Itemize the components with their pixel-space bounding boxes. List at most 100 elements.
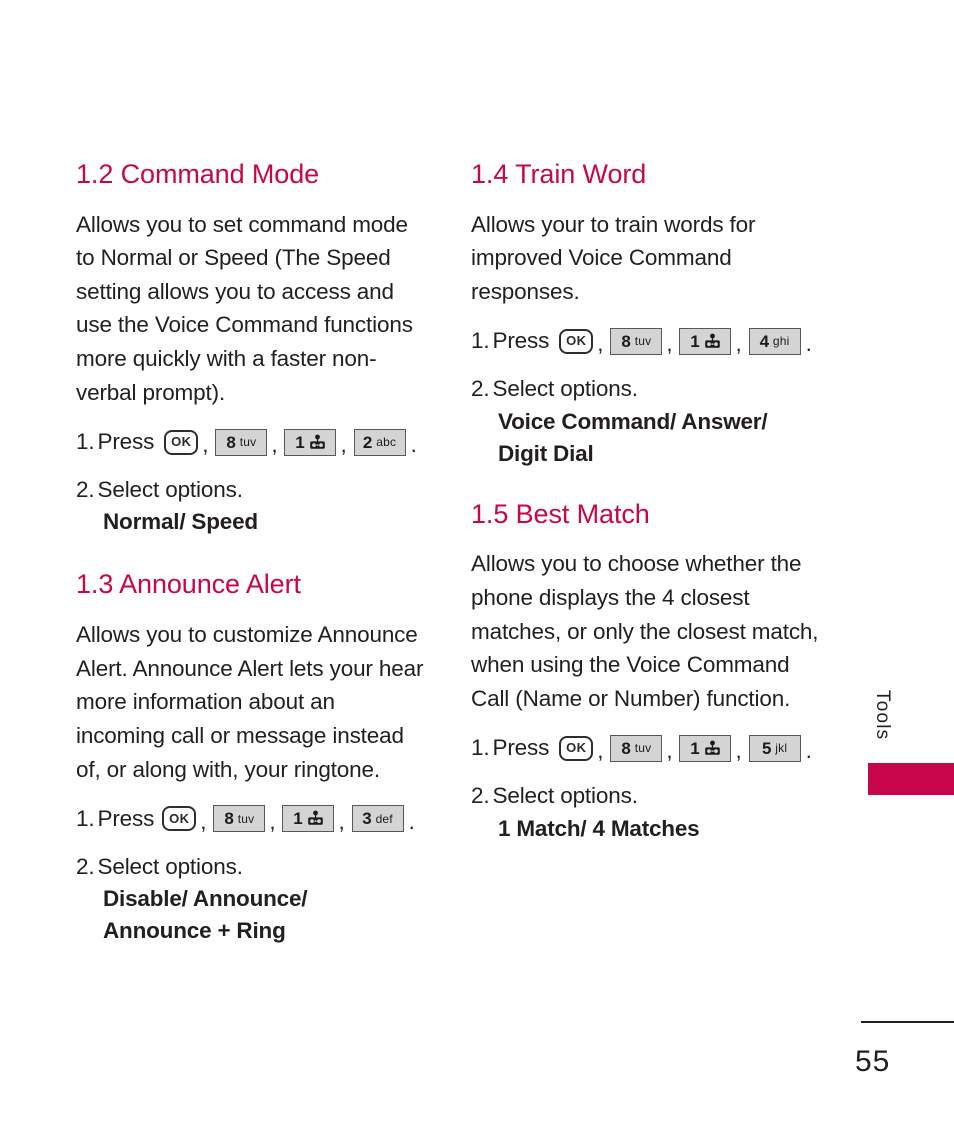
options-announce-alert: Disable/ Announce/ Announce + Ring <box>103 886 308 944</box>
step-label: Select options. <box>492 782 638 808</box>
key-separator: , <box>735 737 742 763</box>
footer-rule <box>861 1021 954 1023</box>
steps-command-mode: 1. Press OK , 8 tuv , 1 , 2 abc . 2. Sel… <box>76 425 428 538</box>
section-heading-announce-alert: 1.3 Announce Alert <box>76 569 301 600</box>
key-digit: 3 <box>362 809 372 829</box>
options-train-word: Voice Command/ Answer/ Digit Dial <box>498 408 768 466</box>
step-number: 2. <box>471 376 490 402</box>
voicemail-icon <box>309 434 326 451</box>
key-terminator: . <box>805 737 812 763</box>
key-8: 8 tuv <box>610 734 663 762</box>
key-sequence: OK , 8 tuv , 1 <box>549 327 812 357</box>
section-heading-best-match: 1.5 Best Match <box>471 498 650 529</box>
key-sequence: OK , 8 tuv , 1 <box>154 805 415 834</box>
step-number: 1. <box>471 735 490 761</box>
step-press-announce-alert: 1. Press OK , 8 tuv , 1 , 3 def . <box>76 802 428 836</box>
voicemail-icon <box>704 740 721 757</box>
step-press-best-match: 1. Press OK , 8 tuv , 1 , 5 jkl . <box>471 731 823 765</box>
key-digit: 8 <box>226 432 236 452</box>
step-label: Press <box>492 735 550 761</box>
step-label: Select options. <box>97 853 243 879</box>
key-letters: tuv <box>634 334 652 349</box>
step-press-command-mode: 1. Press OK , 8 tuv , 1 , 2 abc . <box>76 425 428 459</box>
step-select-command-mode: 2. Select options. <box>76 473 428 507</box>
options-best-match: 1 Match/ 4 Matches <box>498 815 700 841</box>
steps-announce-alert: 1. Press OK , 8 tuv , 1 , 3 def . 2. Sel… <box>76 802 428 947</box>
key-separator: , <box>271 431 278 457</box>
key-2: 2 abc <box>353 428 406 456</box>
step-select-best-match: 2. Select options. <box>471 779 823 813</box>
step-label: Select options. <box>97 476 243 502</box>
step-select-announce-alert: 2. Select options. <box>76 850 428 884</box>
key-separator: , <box>200 808 207 834</box>
section-body-announce-alert: Allows you to customize Announce Alert. … <box>76 622 424 782</box>
key-digit: 1 <box>293 809 303 829</box>
key-1: 1 <box>679 327 732 355</box>
step-label: Press <box>492 328 550 354</box>
key-8: 8 tuv <box>610 327 663 355</box>
key-letters: jkl <box>775 741 788 756</box>
key-digit: 8 <box>224 809 234 829</box>
key-ok: OK <box>162 806 197 832</box>
key-separator: , <box>735 331 742 357</box>
key-separator: , <box>597 737 604 763</box>
key-4: 4 ghi <box>748 327 801 355</box>
voicemail-icon <box>704 333 721 350</box>
step-number: 1. <box>76 429 95 455</box>
section-body-command-mode: Allows you to set command mode to Normal… <box>76 211 413 405</box>
key-ok: OK <box>164 429 199 455</box>
key-digit: 1 <box>690 331 700 351</box>
key-digit: 1 <box>295 432 305 452</box>
key-sequence: OK , 8 tuv , 1 <box>549 734 812 763</box>
key-letters: tuv <box>237 811 255 826</box>
manual-page: 1.2 Command Mode Allows you to set comma… <box>0 0 954 1145</box>
key-separator: , <box>340 431 347 457</box>
key-8: 8 tuv <box>215 428 268 456</box>
key-separator: , <box>202 431 209 457</box>
step-label: Press <box>97 429 155 455</box>
section-body-best-match: Allows you to choose whether the phone d… <box>471 551 819 711</box>
key-terminator: . <box>408 808 415 834</box>
key-ok: OK <box>559 328 594 354</box>
key-1: 1 <box>679 734 732 762</box>
key-separator: , <box>269 808 276 834</box>
key-digit: 2 <box>362 432 373 452</box>
key-sequence: OK , 8 tuv , 1 <box>154 428 417 457</box>
key-letters: tuv <box>634 741 652 756</box>
key-letters: def <box>375 811 393 826</box>
key-digit: 8 <box>621 331 631 351</box>
step-number: 2. <box>76 476 95 502</box>
step-number: 1. <box>76 806 95 832</box>
key-letters: ghi <box>772 334 790 349</box>
key-digit: 5 <box>761 738 772 758</box>
options-command-mode: Normal/ Speed <box>103 509 258 535</box>
key-3: 3 def <box>351 805 404 833</box>
step-number: 2. <box>471 782 490 808</box>
key-1: 1 <box>282 805 335 833</box>
steps-train-word: 1. Press OK , 8 tuv , 1 , 4 ghi . 2. Sel… <box>471 324 823 469</box>
key-terminator: . <box>805 331 812 357</box>
steps-best-match: 1. Press OK , 8 tuv , 1 , 5 jkl . 2. Sel… <box>471 731 823 844</box>
key-terminator: . <box>410 431 417 457</box>
step-number: 1. <box>471 328 490 354</box>
step-label: Press <box>97 806 155 832</box>
key-8: 8 tuv <box>213 805 266 833</box>
side-tab-accent-bar <box>868 763 954 795</box>
step-press-train-word: 1. Press OK , 8 tuv , 1 , 4 ghi . <box>471 324 823 358</box>
key-separator: , <box>666 331 673 357</box>
side-tab-label-tools: Tools <box>872 690 893 741</box>
section-heading-command-mode: 1.2 Command Mode <box>76 159 320 189</box>
key-digit: 4 <box>759 331 769 351</box>
key-5: 5 jkl <box>748 734 801 762</box>
key-letters: abc <box>376 435 397 450</box>
step-number: 2. <box>76 853 95 879</box>
key-digit: 1 <box>690 738 700 758</box>
section-body-train-word: Allows your to train words for improved … <box>471 211 756 304</box>
section-heading-train-word: 1.4 Train Word <box>471 159 647 189</box>
key-ok: OK <box>559 735 594 761</box>
right-column: 1.4 Train Word Allows your to train word… <box>471 159 823 863</box>
key-digit: 8 <box>621 738 631 758</box>
key-1: 1 <box>284 428 337 456</box>
key-separator: , <box>597 331 604 357</box>
key-letters: tuv <box>239 435 257 450</box>
